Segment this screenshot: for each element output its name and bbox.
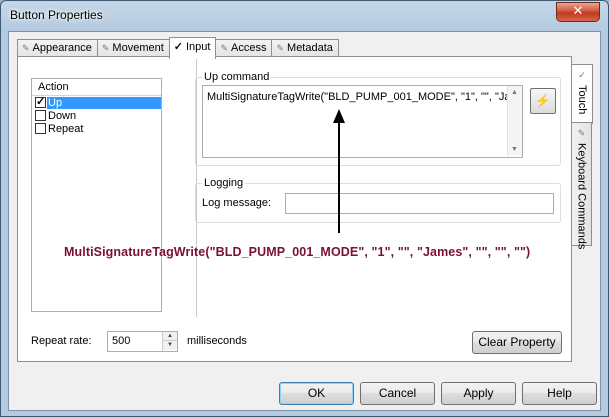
list-item-label: Repeat: [48, 122, 84, 135]
arrow-head: [333, 109, 345, 123]
repeat-rate-unit: milliseconds: [187, 335, 247, 347]
button-properties-dialog: Button Properties ✕ ✎ Appearance ✎ Movem…: [0, 0, 609, 417]
side-tab-keyboard-commands[interactable]: ✎ Keyboard Commands: [572, 122, 592, 250]
repeat-rate-value: 500: [112, 335, 131, 347]
pencil-icon: ✎: [577, 128, 586, 138]
action-list[interactable]: Action Up Down Repeat: [31, 78, 162, 312]
pencil-icon: ✎: [101, 43, 110, 53]
command-scrollbar[interactable]: ▲ ▼: [507, 86, 522, 156]
logging-title: Logging: [202, 176, 246, 190]
repeat-rate-label: Repeat rate:: [31, 335, 92, 347]
scroll-up-arrow-icon[interactable]: ▲: [511, 89, 518, 96]
check-icon: ✓: [173, 41, 183, 53]
window-title: Button Properties: [10, 8, 103, 22]
tab-label: Movement: [112, 42, 164, 54]
log-message-input[interactable]: [285, 193, 554, 214]
spin-up-icon[interactable]: ▲: [163, 332, 177, 341]
annotation-text: MultiSignatureTagWrite("BLD_PUMP_001_MOD…: [64, 245, 531, 259]
spin-down-icon[interactable]: ▼: [163, 341, 177, 350]
list-item-down[interactable]: Down: [32, 109, 161, 122]
magic-wand-icon: ⚡: [534, 93, 552, 108]
action-list-header: Action: [32, 79, 161, 96]
checkbox-repeat[interactable]: [35, 123, 46, 134]
tab-label: Access: [231, 42, 267, 54]
close-icon: ✕: [572, 4, 584, 19]
clear-property-button[interactable]: Clear Property: [472, 331, 562, 354]
tab-label: Input: [186, 41, 211, 53]
checkbox-down[interactable]: [35, 110, 46, 121]
close-button[interactable]: ✕: [556, 2, 600, 22]
list-item-label: Up: [47, 96, 161, 109]
log-message-label: Log message:: [202, 197, 272, 209]
annotation-arrow: [333, 109, 345, 233]
pencil-icon: ✎: [220, 43, 229, 53]
repeat-rate-spinner[interactable]: 500 ▲ ▼: [107, 331, 178, 352]
checkbox-up[interactable]: [35, 95, 46, 108]
up-command-input[interactable]: MultiSignatureTagWrite("BLD_PUMP_001_MOD…: [202, 85, 523, 158]
spinner-buttons: ▲ ▼: [162, 332, 177, 351]
tab-label: Metadata: [287, 42, 333, 54]
list-item-repeat[interactable]: Repeat: [32, 122, 161, 135]
help-button[interactable]: Help: [522, 382, 597, 405]
list-item-label: Down: [48, 109, 77, 122]
scroll-down-arrow-icon[interactable]: ▼: [511, 146, 518, 153]
side-tab-label: Touch: [576, 85, 588, 115]
side-tab-touch[interactable]: ✓ Touch: [572, 64, 593, 124]
cancel-button[interactable]: Cancel: [360, 382, 435, 405]
title-bar[interactable]: Button Properties ✕: [1, 1, 608, 31]
check-icon: ✓: [578, 70, 586, 80]
tab-strip: ✎ Appearance ✎ Movement ✓ Input ✎ Access…: [17, 37, 339, 59]
tab-input[interactable]: ✓ Input: [168, 37, 217, 59]
side-tab-label: Keyboard Commands: [575, 143, 588, 250]
list-item-up[interactable]: Up: [32, 95, 161, 109]
pencil-icon: ✎: [22, 43, 30, 53]
command-wizard-button[interactable]: ⚡: [530, 88, 556, 114]
pencil-icon: ✎: [276, 43, 285, 53]
tab-label: Appearance: [32, 42, 92, 54]
ok-button[interactable]: OK: [279, 382, 354, 405]
apply-button[interactable]: Apply: [441, 382, 516, 405]
up-command-text: MultiSignatureTagWrite("BLD_PUMP_001_MOD…: [207, 91, 507, 103]
up-command-title: Up command: [202, 70, 272, 84]
